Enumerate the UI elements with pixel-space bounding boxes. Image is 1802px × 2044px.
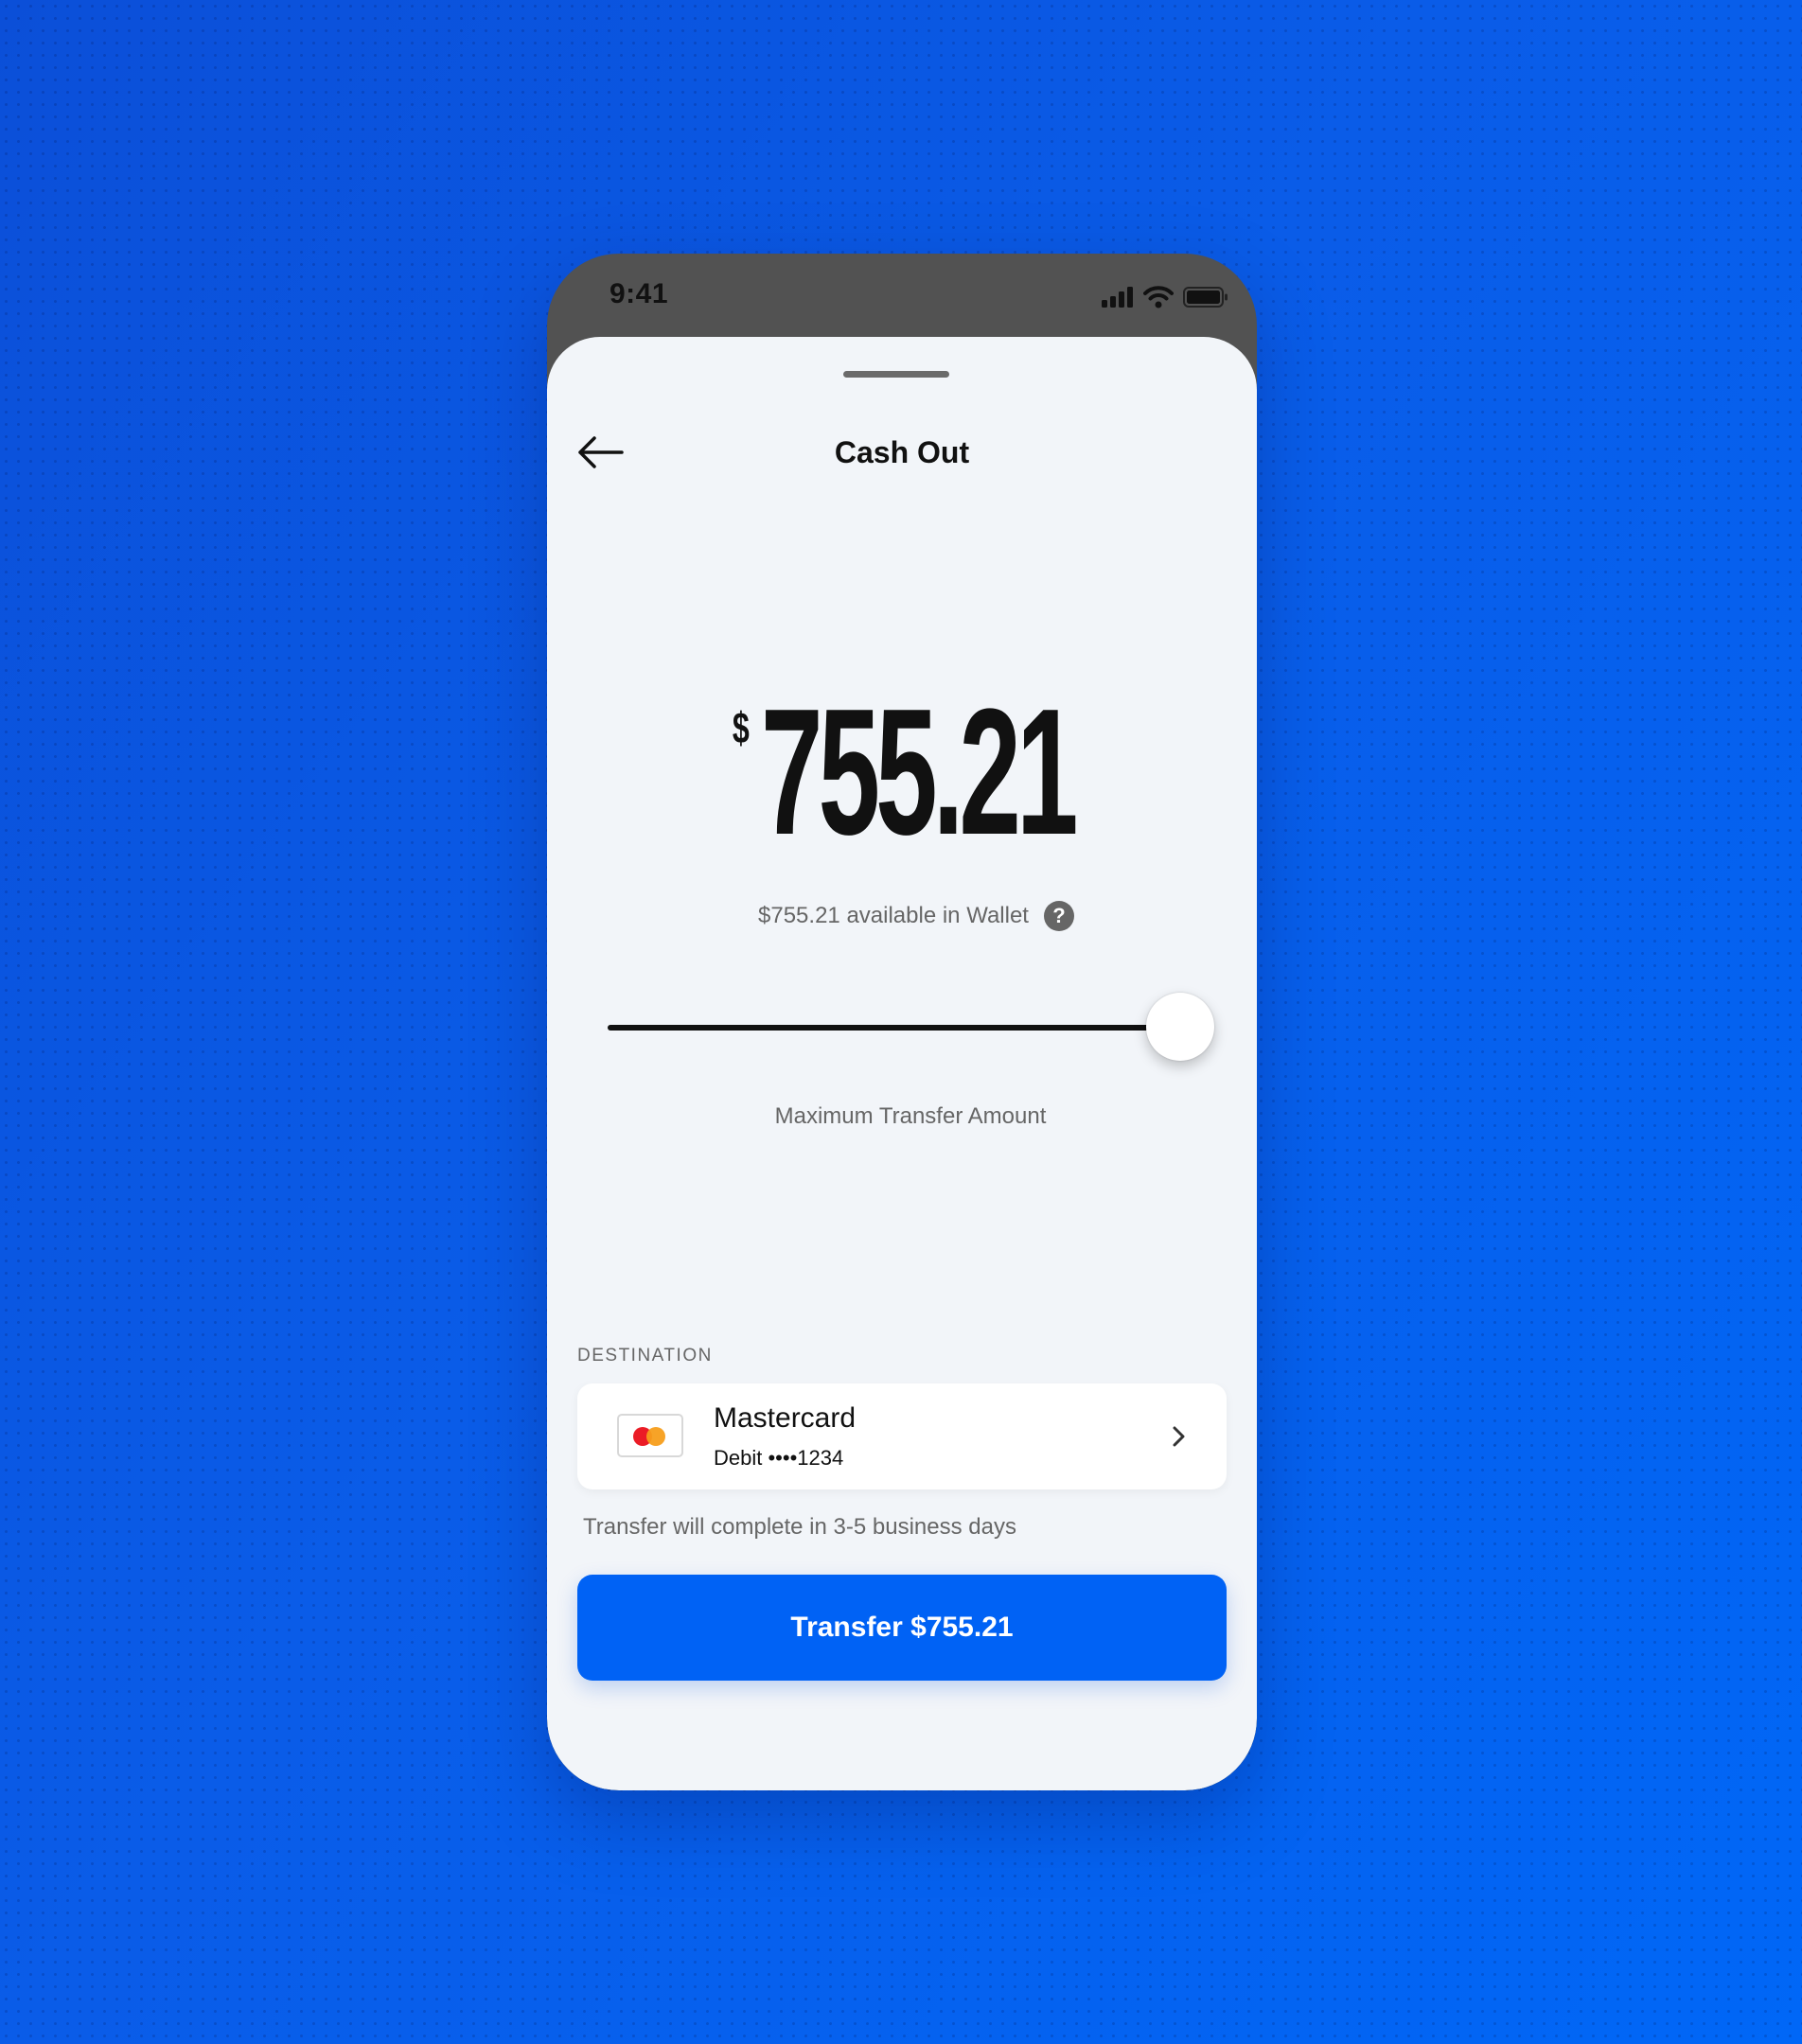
phone-frame: 9:41 Cash Out $ 755.21 $755.21 available… bbox=[547, 254, 1257, 1790]
destination-section-label: DESTINATION bbox=[577, 1346, 713, 1366]
mastercard-logo bbox=[617, 1414, 683, 1457]
destination-card[interactable]: Mastercard Debit ••••1234 bbox=[577, 1383, 1227, 1489]
cash-out-sheet: Cash Out $ 755.21 $755.21 available in W… bbox=[547, 337, 1257, 1790]
page-title: Cash Out bbox=[834, 435, 970, 469]
help-icon[interactable]: ? bbox=[1043, 901, 1074, 931]
mastercard-orange-circle bbox=[646, 1427, 665, 1446]
sheet-grabber[interactable] bbox=[843, 371, 949, 378]
wifi-icon bbox=[1143, 286, 1174, 308]
card-name: Mastercard bbox=[714, 1402, 857, 1434]
slider-thumb[interactable] bbox=[1145, 993, 1214, 1061]
transfer-button[interactable]: Transfer $755.21 bbox=[577, 1575, 1227, 1681]
amount-value: 755.21 bbox=[760, 672, 1079, 872]
slider-fill bbox=[608, 1025, 1180, 1031]
status-bar: 9:41 bbox=[547, 254, 1257, 337]
slider-caption: Maximum Transfer Amount bbox=[774, 1103, 1047, 1129]
status-time: 9:41 bbox=[610, 278, 669, 309]
status-icons bbox=[1102, 286, 1228, 308]
chevron-right-icon bbox=[1173, 1426, 1185, 1447]
card-number: Debit ••••1234 bbox=[714, 1446, 844, 1470]
battery-icon bbox=[1183, 287, 1228, 308]
amount-slider[interactable] bbox=[608, 990, 1214, 1066]
transfer-note: Transfer will complete in 3-5 business d… bbox=[583, 1514, 1016, 1540]
transfer-amount: $ 755.21 bbox=[547, 672, 1257, 872]
available-balance-row: $755.21 available in Wallet ? bbox=[547, 901, 1257, 931]
available-balance-text: $755.21 available in Wallet bbox=[758, 903, 1029, 928]
amount-currency-symbol: $ bbox=[733, 703, 750, 752]
cellular-signal-icon bbox=[1102, 287, 1133, 308]
